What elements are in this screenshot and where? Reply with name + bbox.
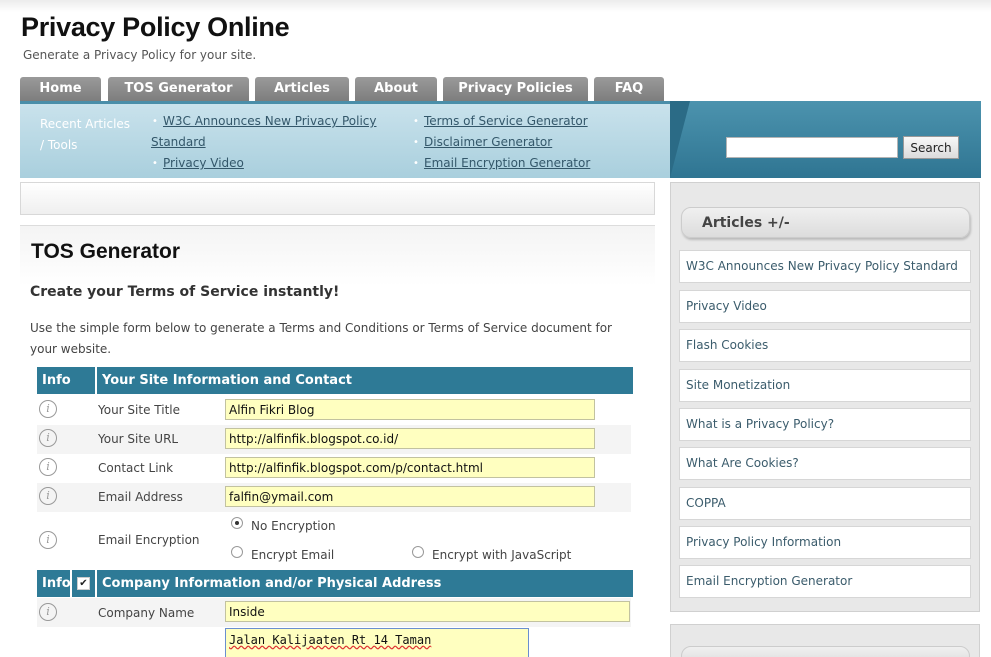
sidebar-item-site-monetization[interactable]: Site Monetization bbox=[679, 369, 971, 402]
sidebar-articles-heading[interactable]: Articles +/- bbox=[681, 207, 970, 238]
info-icon[interactable]: i bbox=[39, 603, 57, 621]
field-label-email-encryption: Email Encryption bbox=[98, 533, 200, 547]
sidebar-item-email-encryption-generator[interactable]: Email Encryption Generator bbox=[679, 565, 971, 598]
site-tagline: Generate a Privacy Policy for your site. bbox=[23, 48, 257, 62]
field-label-contact-link: Contact Link bbox=[98, 461, 174, 475]
radio-label-encrypt-email: Encrypt Email bbox=[251, 548, 335, 562]
radio-label-encrypt-javascript: Encrypt with JavaScript bbox=[432, 548, 572, 562]
bullet-icon: • bbox=[413, 116, 419, 127]
radio-label-no-encryption: No Encryption bbox=[251, 519, 336, 533]
intro-text: Use the simple form below to generate a … bbox=[30, 321, 612, 356]
sidebar-item-what-are-cookies[interactable]: What Are Cookies? bbox=[679, 447, 971, 480]
sidebar-item-flash-cookies[interactable]: Flash Cookies bbox=[679, 329, 971, 362]
info-icon[interactable]: i bbox=[39, 487, 57, 505]
field-label-site-url: Your Site URL bbox=[98, 432, 179, 446]
recent-articles-label: Recent Articles / Tools bbox=[40, 117, 131, 152]
site-url-input[interactable] bbox=[225, 428, 595, 449]
company-section-checkbox[interactable]: ✔ bbox=[77, 577, 90, 590]
nav-tab-privacy-policies[interactable]: Privacy Policies bbox=[443, 77, 588, 101]
nav-tab-articles[interactable]: Articles bbox=[255, 77, 349, 101]
recent-link-w3c-cont[interactable]: Standard bbox=[151, 132, 206, 153]
field-label-company-name: Company Name bbox=[98, 606, 195, 620]
sidebar-item-what-is-privacy-policy[interactable]: What is a Privacy Policy? bbox=[679, 408, 971, 441]
sidebar-item-coppa[interactable]: COPPA bbox=[679, 487, 971, 520]
bar-notch bbox=[670, 101, 690, 178]
recent-link-privacy-video[interactable]: Privacy Video bbox=[163, 153, 244, 174]
site-title[interactable]: Privacy Policy Online bbox=[21, 12, 290, 43]
search-input[interactable] bbox=[726, 137, 898, 158]
sidebar-item-privacy-video[interactable]: Privacy Video bbox=[679, 290, 971, 323]
nav-tab-home[interactable]: Home bbox=[20, 77, 101, 101]
sidebar-item-w3c[interactable]: W3C Announces New Privacy Policy Standar… bbox=[679, 250, 971, 283]
field-label-email-address: Email Address bbox=[98, 490, 183, 504]
page-title: TOS Generator bbox=[31, 240, 180, 263]
radio-encrypt-javascript[interactable] bbox=[412, 546, 424, 558]
search-button[interactable]: Search bbox=[903, 136, 959, 159]
nav-tab-tos-generator[interactable]: TOS Generator bbox=[108, 77, 249, 101]
contact-link-input[interactable] bbox=[225, 457, 595, 478]
info-header: Info bbox=[37, 367, 95, 394]
section-site-info-header: Your Site Information and Contact bbox=[97, 367, 633, 394]
bullet-icon: • bbox=[413, 137, 419, 148]
recent-link-disclaimer-generator[interactable]: Disclaimer Generator bbox=[424, 132, 552, 153]
recent-link-email-encryption[interactable]: Email Encryption Generator bbox=[424, 153, 590, 174]
nav-tab-about[interactable]: About bbox=[355, 77, 437, 101]
page-subheading: Create your Terms of Service instantly! bbox=[30, 284, 340, 300]
recent-link-w3c[interactable]: W3C Announces New Privacy Policy bbox=[163, 111, 376, 132]
info-icon[interactable]: i bbox=[39, 531, 57, 549]
company-name-input[interactable] bbox=[225, 601, 630, 622]
notice-box bbox=[20, 182, 655, 215]
email-address-input[interactable] bbox=[225, 486, 595, 507]
sidebar-item-privacy-policy-information[interactable]: Privacy Policy Information bbox=[679, 526, 971, 559]
recent-link-tos-generator[interactable]: Terms of Service Generator bbox=[424, 111, 588, 132]
sidebar-second-heading[interactable] bbox=[681, 646, 970, 657]
address-textarea[interactable]: Jalan Kalijaaten Rt 14 Taman bbox=[225, 628, 529, 657]
radio-encrypt-email[interactable] bbox=[231, 546, 243, 558]
section-company-header: Company Information and/or Physical Addr… bbox=[97, 570, 633, 597]
bullet-icon: • bbox=[413, 158, 419, 169]
info-icon[interactable]: i bbox=[39, 429, 57, 447]
top-fade bbox=[0, 0, 991, 12]
bullet-icon: • bbox=[152, 158, 158, 169]
nav-tab-faq[interactable]: FAQ bbox=[594, 77, 664, 101]
info-icon[interactable]: i bbox=[39, 400, 57, 418]
site-title-input[interactable] bbox=[225, 399, 595, 420]
field-label-site-title: Your Site Title bbox=[98, 403, 181, 417]
info-header: Info bbox=[37, 570, 71, 597]
info-icon[interactable]: i bbox=[39, 458, 57, 476]
radio-no-encryption[interactable] bbox=[231, 517, 243, 529]
bullet-icon: • bbox=[152, 116, 158, 127]
